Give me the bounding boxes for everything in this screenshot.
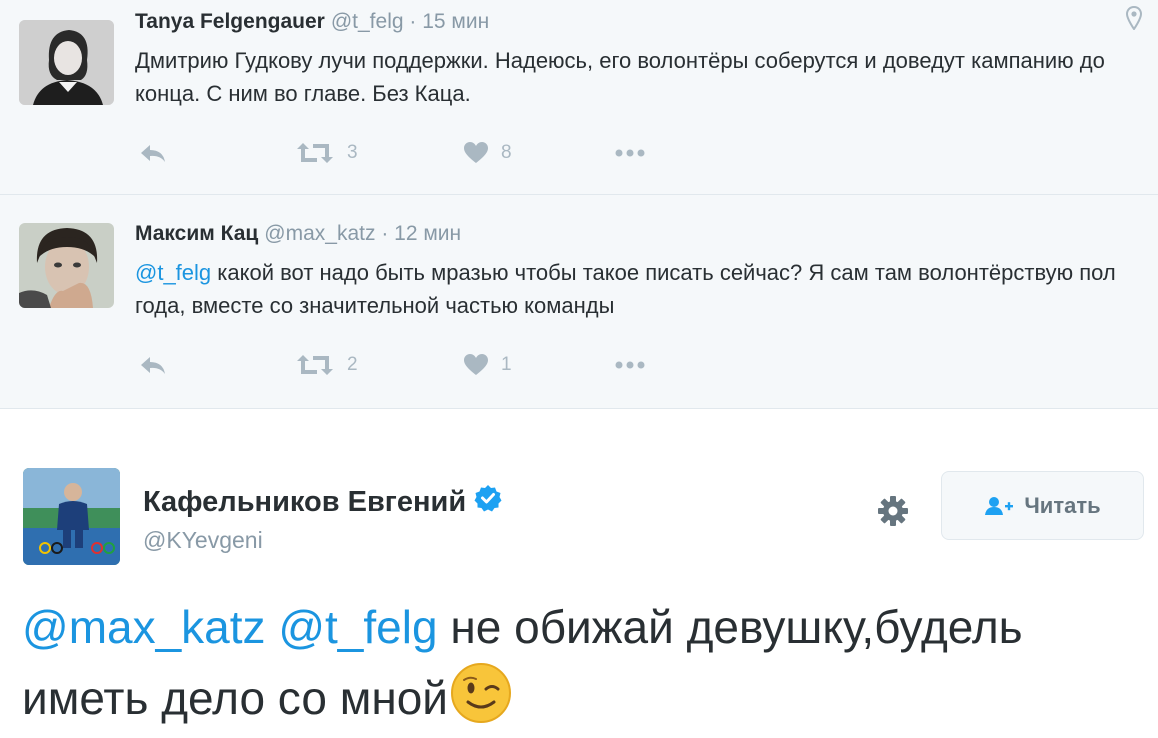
mention-link[interactable]: @t_felg [135,260,211,285]
gear-icon [876,494,910,533]
retweet-button[interactable]: 2 [295,350,358,380]
tweet-item[interactable]: Максим Кац @max_katz · 12 мин @t_felg как… [0,195,1158,409]
tweet-header: Tanya Felgengauer @t_felg · 15 мин [135,10,489,34]
tweet-text: Дмитрию Гудкову лучи поддержки. Надеюсь,… [135,48,1105,106]
retweet-button[interactable]: 3 [295,138,358,168]
main-tweet: Кафельников Евгений @KYevgeni Читать @ma… [0,410,1158,738]
tweet-body: какой вот надо быть мразью чтобы такое п… [135,260,1116,318]
author-name[interactable]: Максим Кац [135,222,258,245]
heart-icon [463,353,489,377]
tweet-item[interactable]: Tanya Felgengauer @t_felg · 15 мин Дмитри… [0,0,1158,195]
avatar[interactable] [23,468,120,565]
more-button[interactable] [615,138,645,168]
tweet-time[interactable]: 15 мин [422,10,489,33]
settings-button[interactable] [873,493,913,533]
tweet-header: Максим Кац @max_katz · 12 мин [135,222,461,246]
author-name[interactable]: Tanya Felgengauer [135,10,325,33]
retweet-count: 2 [347,354,358,375]
author-name-text[interactable]: Кафельников Евгений [143,486,466,519]
tweet-time[interactable]: 12 мин [394,222,461,245]
avatar[interactable] [19,223,114,308]
retweet-icon [295,141,335,165]
tweet-text: @max_katz @t_felg не обижай девушку,буде… [22,592,1142,738]
follow-button[interactable]: Читать [941,471,1144,540]
mention-link[interactable]: @t_felg [278,601,437,653]
mention-link[interactable]: @max_katz [22,601,266,653]
author-handle[interactable]: @KYevgeni [143,527,263,554]
follow-person-icon [984,496,1014,516]
tweet-actions: 3 8 [135,138,695,168]
more-icon [615,360,645,370]
heart-icon [463,141,489,165]
tweet-actions: 2 1 [135,350,695,380]
verified-badge-icon [474,484,502,520]
reply-button[interactable] [139,350,167,380]
separator: · [409,10,417,33]
follow-label: Читать [1024,492,1101,518]
separator: · [381,222,389,245]
location-pin-icon[interactable] [1125,5,1143,35]
reply-icon [139,354,167,376]
author-name[interactable]: Кафельников Евгений [143,484,502,520]
reply-button[interactable] [139,138,167,168]
tweet-text: @t_felg какой вот надо быть мразью чтобы… [135,256,1145,322]
more-icon [615,148,645,158]
retweet-count: 3 [347,142,358,163]
reply-icon [139,142,167,164]
avatar[interactable] [19,20,114,105]
retweet-icon [295,353,335,377]
wink-emoji-icon [450,662,512,738]
like-button[interactable]: 1 [463,350,512,380]
like-count: 8 [501,142,512,163]
author-handle[interactable]: @t_felg [331,10,404,33]
more-button[interactable] [615,350,645,380]
like-button[interactable]: 8 [463,138,512,168]
like-count: 1 [501,354,512,375]
author-handle[interactable]: @max_katz [264,222,375,245]
